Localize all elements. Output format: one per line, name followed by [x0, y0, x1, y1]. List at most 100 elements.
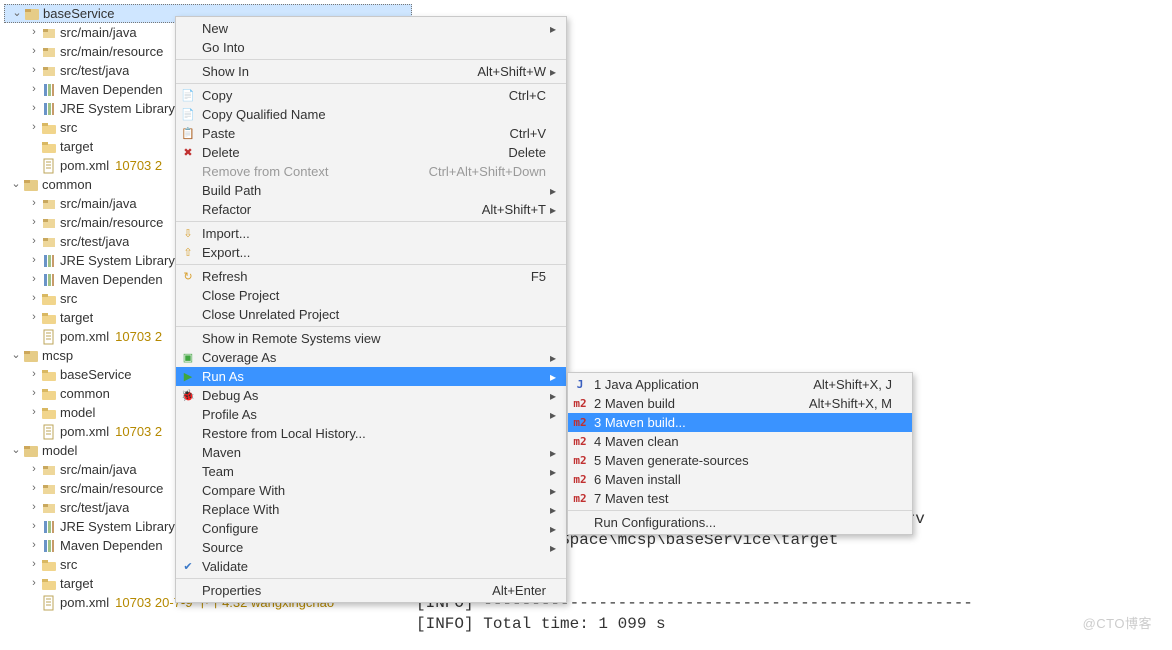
prj-icon: [23, 177, 39, 193]
tree-twisty-icon: [28, 141, 40, 153]
tree-twisty-icon[interactable]: ›: [28, 369, 40, 381]
menu-item[interactable]: Compare With▸: [176, 481, 566, 500]
menu-item[interactable]: ▶Run As▸: [176, 367, 566, 386]
tree-twisty-icon[interactable]: ›: [28, 388, 40, 400]
menu-item[interactable]: Show in Remote Systems view: [176, 329, 566, 348]
tree-twisty-icon[interactable]: ›: [28, 198, 40, 210]
menu-item-label: Refactor: [202, 202, 472, 217]
tree-twisty-icon[interactable]: ›: [28, 274, 40, 286]
tree-twisty-icon[interactable]: ›: [28, 521, 40, 533]
lib-icon: [41, 519, 57, 535]
tree-twisty-icon[interactable]: ⌄: [10, 179, 22, 191]
refresh-icon: ↻: [180, 268, 196, 284]
menu-item[interactable]: ⇧Export...: [176, 243, 566, 262]
tree-twisty-icon[interactable]: ›: [28, 502, 40, 514]
tree-twisty-icon[interactable]: ⌄: [11, 8, 23, 20]
tree-twisty-icon[interactable]: ›: [28, 483, 40, 495]
menu-item[interactable]: Source▸: [176, 538, 566, 557]
menu-item[interactable]: Close Unrelated Project: [176, 305, 566, 324]
tree-label: model: [60, 403, 95, 422]
menu-item[interactable]: m25 Maven generate-sources: [568, 451, 912, 470]
menu-item[interactable]: ✖DeleteDelete: [176, 143, 566, 162]
tree-twisty-icon[interactable]: ›: [28, 559, 40, 571]
copy-icon: 📄: [180, 106, 196, 122]
menu-item[interactable]: m24 Maven clean: [568, 432, 912, 451]
tree-twisty-icon[interactable]: ›: [28, 84, 40, 96]
submenu-run-as[interactable]: J1 Java ApplicationAlt+Shift+X, Jm22 Mav…: [567, 372, 913, 535]
tree-twisty-icon[interactable]: ›: [28, 122, 40, 134]
paste-icon: 📋: [180, 125, 196, 141]
menu-item[interactable]: J1 Java ApplicationAlt+Shift+X, J: [568, 375, 912, 394]
menu-item[interactable]: m27 Maven test: [568, 489, 912, 508]
tree-twisty-icon[interactable]: ›: [28, 217, 40, 229]
tree-twisty-icon[interactable]: ⌄: [10, 350, 22, 362]
tree-twisty-icon[interactable]: ›: [28, 312, 40, 324]
tree-twisty-icon[interactable]: ›: [28, 255, 40, 267]
fldr-icon: [41, 405, 57, 421]
menu-item-shortcut: Alt+Enter: [492, 583, 546, 598]
submenu-arrow-icon: ▸: [546, 389, 556, 403]
menu-item-label: Import...: [202, 226, 546, 241]
tree-twisty-icon[interactable]: ›: [28, 578, 40, 590]
tree-twisty-icon[interactable]: ›: [28, 236, 40, 248]
tree-twisty-icon[interactable]: ›: [28, 540, 40, 552]
delete-icon: ✖: [180, 144, 196, 160]
menu-item[interactable]: Show InAlt+Shift+W▸: [176, 62, 566, 81]
menu-item[interactable]: 📄CopyCtrl+C: [176, 86, 566, 105]
tree-twisty-icon[interactable]: ›: [28, 27, 40, 39]
menu-item-label: Validate: [202, 559, 546, 574]
menu-item[interactable]: 📄 Copy Qualified Name: [176, 105, 566, 124]
menu-item[interactable]: ▣Coverage As▸: [176, 348, 566, 367]
menu-item[interactable]: New▸: [176, 19, 566, 38]
tree-twisty-icon[interactable]: ›: [28, 46, 40, 58]
menu-item[interactable]: ✔Validate: [176, 557, 566, 576]
lib-icon: [41, 82, 57, 98]
menu-item[interactable]: m26 Maven install: [568, 470, 912, 489]
menu-item[interactable]: Configure▸: [176, 519, 566, 538]
menu-item[interactable]: RefactorAlt+Shift+T▸: [176, 200, 566, 219]
menu-item-shortcut: Alt+Shift+X, M: [809, 396, 892, 411]
menu-item[interactable]: Close Project: [176, 286, 566, 305]
menu-item-label: Copy Qualified Name: [202, 107, 546, 122]
menu-item[interactable]: Build Path▸: [176, 181, 566, 200]
tree-label: target: [60, 574, 93, 593]
menu-item[interactable]: m2 3 Maven build...: [568, 413, 912, 432]
menu-item-label: Compare With: [202, 483, 546, 498]
menu-item[interactable]: 🐞Debug As▸: [176, 386, 566, 405]
menu-item[interactable]: ↻ Refresh F5: [176, 267, 566, 286]
menu-item[interactable]: 📋PasteCtrl+V: [176, 124, 566, 143]
tree-twisty-icon[interactable]: ›: [28, 407, 40, 419]
maven-tag-icon: m2: [572, 414, 588, 430]
tree-twisty-icon[interactable]: ›: [28, 65, 40, 77]
tree-twisty-icon[interactable]: ›: [28, 103, 40, 115]
tree-label: src/main/java: [60, 460, 137, 479]
menu-item-label: Show In: [202, 64, 467, 79]
tree-twisty-icon[interactable]: ›: [28, 464, 40, 476]
tree-label: pom.xml: [60, 422, 109, 441]
menu-item[interactable]: Team▸: [176, 462, 566, 481]
menu-item[interactable]: Run Configurations...: [568, 513, 912, 532]
menu-item-label: Refresh: [202, 269, 521, 284]
submenu-arrow-icon: ▸: [546, 503, 556, 517]
menu-item[interactable]: Replace With▸: [176, 500, 566, 519]
pkg-icon: [41, 500, 57, 516]
menu-item[interactable]: Go Into: [176, 38, 566, 57]
menu-item-shortcut: Ctrl+Alt+Shift+Down: [429, 164, 546, 179]
menu-item[interactable]: PropertiesAlt+Enter: [176, 581, 566, 600]
fldr-icon: [41, 310, 57, 326]
menu-item-shortcut: F5: [531, 269, 546, 284]
menu-item[interactable]: m22 Maven buildAlt+Shift+X, M: [568, 394, 912, 413]
menu-item[interactable]: ⇩Import...: [176, 224, 566, 243]
fldr-icon: [41, 120, 57, 136]
menu-item[interactable]: Profile As▸: [176, 405, 566, 424]
pkg-icon: [41, 196, 57, 212]
context-menu[interactable]: New▸Go Into Show InAlt+Shift+W▸ 📄CopyCtrl+…: [175, 16, 567, 603]
prj-icon: [24, 6, 40, 22]
menu-item-label: 3 Maven build...: [594, 415, 892, 430]
tree-twisty-icon[interactable]: ⌄: [10, 445, 22, 457]
menu-item[interactable]: Restore from Local History...: [176, 424, 566, 443]
file-icon: [41, 595, 57, 611]
tree-twisty-icon[interactable]: ›: [28, 293, 40, 305]
menu-item[interactable]: Maven▸: [176, 443, 566, 462]
fldr-icon: [41, 367, 57, 383]
